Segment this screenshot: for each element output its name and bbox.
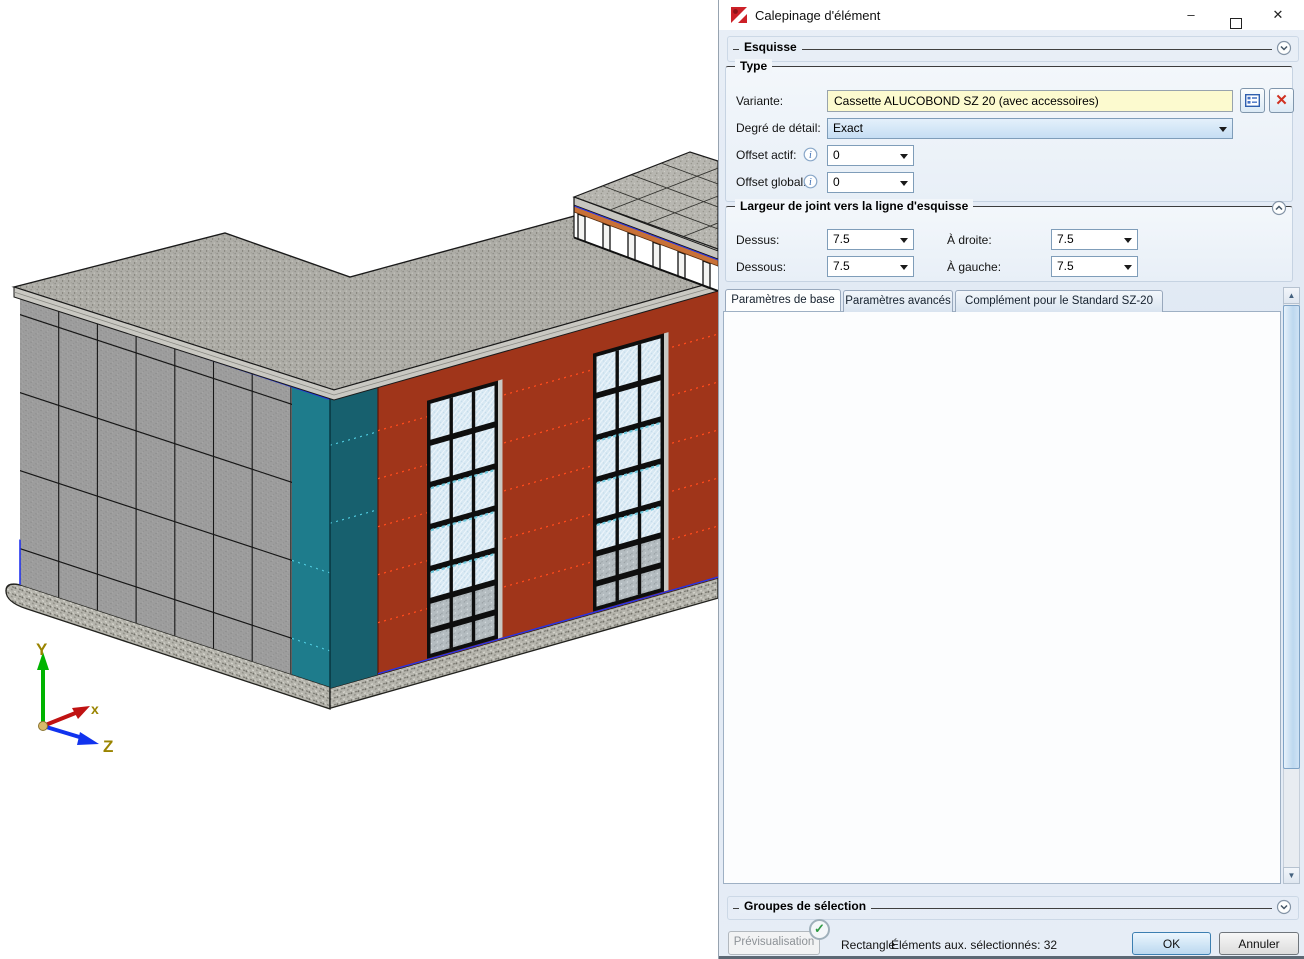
dessus-value: 7.5	[833, 232, 850, 246]
app-icon	[731, 7, 747, 23]
dropdown-arrow-icon	[900, 181, 908, 186]
up-arrow-icon: ▲	[1288, 291, 1296, 300]
window-strip-1	[427, 379, 503, 658]
dropdown-arrow-icon	[900, 154, 908, 159]
variante-field[interactable]: Cassette ALUCOBOND SZ 20 (avec accessoir…	[827, 90, 1233, 112]
previsualisation-button[interactable]: Prévisualisation	[728, 931, 820, 955]
ok-label: OK	[1163, 933, 1180, 951]
info-icon: i	[803, 147, 818, 162]
chevron-down-icon[interactable]	[1276, 899, 1292, 915]
chevron-up-icon[interactable]	[1271, 200, 1287, 216]
cancel-button[interactable]: Annuler	[1219, 932, 1299, 955]
z-axis-label: Z	[103, 737, 113, 756]
largeur-label: Largeur de joint vers la ligne d'esquiss…	[735, 199, 973, 213]
degre-label: Degré de détail:	[736, 121, 821, 135]
model-viewport: Y x Z	[0, 0, 718, 959]
offset-global-label: Offset global:	[736, 175, 807, 189]
y-axis-label: Y	[36, 640, 48, 659]
droite-value: 7.5	[1057, 232, 1074, 246]
dropdown-arrow-icon	[900, 238, 908, 243]
dropdown-arrow-icon	[1124, 265, 1132, 270]
scroll-down-button[interactable]: ▼	[1283, 867, 1300, 884]
section-esquisse: Esquisse	[727, 36, 1299, 62]
gauche-label: À gauche:	[947, 260, 1001, 274]
selection-count-label: Éléments aux. sélectionnés: 32	[891, 938, 1057, 952]
tab-label: Complément pour le Standard SZ-20	[965, 295, 1153, 307]
offset-actif-value: 0	[833, 148, 840, 162]
check-icon: ✓	[814, 921, 825, 936]
screenshot-root: Y x Z Calepinage d'élément – ✕ Esquisse	[0, 0, 1304, 959]
close-button[interactable]: ✕	[1263, 7, 1293, 25]
gauche-select[interactable]: 7.5	[1051, 256, 1138, 277]
cancel-label: Annuler	[1238, 933, 1279, 951]
minimize-button[interactable]: –	[1176, 7, 1206, 25]
scroll-up-button[interactable]: ▲	[1283, 287, 1300, 304]
esquisse-label: Esquisse	[739, 40, 802, 54]
degre-value: Exact	[833, 121, 863, 135]
gauche-value: 7.5	[1057, 259, 1074, 273]
info-icon: i	[803, 174, 818, 189]
droite-select[interactable]: 7.5	[1051, 229, 1138, 250]
type-label: Type	[735, 59, 772, 73]
variante-label: Variante:	[736, 94, 783, 108]
dessus-label: Dessus:	[736, 233, 779, 247]
teal-corner-right-face	[330, 386, 378, 689]
dropdown-arrow-icon	[1219, 127, 1227, 132]
dialog-calepinage: Calepinage d'élément – ✕ Esquisse Type V…	[718, 0, 1304, 959]
group-largeur	[725, 206, 1293, 282]
x-axis-label: x	[91, 701, 99, 717]
dropdown-arrow-icon	[900, 265, 908, 270]
tab-content-panel	[723, 311, 1281, 884]
tab-parametres-avances[interactable]: Paramètres avancés	[843, 290, 953, 312]
window-strip-2	[593, 332, 669, 611]
tool-mode-label: Rectangle	[841, 938, 895, 952]
dessous-select[interactable]: 7.5	[827, 256, 914, 277]
offset-actif-label: Offset actif:	[736, 148, 796, 162]
variante-delete-button[interactable]: ✕	[1269, 88, 1294, 113]
section-groupes: Groupes de sélection	[727, 896, 1299, 920]
list-icon	[1245, 94, 1260, 107]
offset-global-select[interactable]: 0	[827, 172, 914, 193]
variante-list-button[interactable]	[1240, 88, 1265, 113]
offset-global-value: 0	[833, 175, 840, 189]
axis-origin	[39, 722, 48, 731]
svg-text:i: i	[809, 150, 812, 161]
svg-text:i: i	[809, 177, 812, 188]
title-bar[interactable]: Calepinage d'élément – ✕	[719, 0, 1304, 30]
dessus-select[interactable]: 7.5	[827, 229, 914, 250]
tab-label: Paramètres de base	[731, 294, 835, 306]
preview-check-badge: ✓	[809, 919, 830, 940]
tab-parametres-de-base[interactable]: Paramètres de base	[725, 289, 841, 311]
red-x-icon: ✕	[1275, 92, 1288, 109]
dropdown-arrow-icon	[1124, 238, 1132, 243]
previsualisation-label: Prévisualisation	[734, 932, 815, 948]
tab-label: Paramètres avancés	[845, 295, 950, 307]
groupes-label: Groupes de sélection	[739, 899, 871, 913]
dessous-value: 7.5	[833, 259, 850, 273]
down-arrow-icon: ▼	[1288, 871, 1296, 880]
maximize-button[interactable]	[1220, 7, 1250, 25]
offset-actif-select[interactable]: 0	[827, 145, 914, 166]
degre-select[interactable]: Exact	[827, 118, 1233, 139]
maximize-icon	[1230, 18, 1242, 29]
esquisse-rule	[733, 49, 1272, 50]
scrollbar-thumb[interactable]	[1283, 305, 1300, 769]
window-title: Calepinage d'élément	[755, 8, 880, 23]
chevron-down-icon[interactable]	[1276, 40, 1292, 56]
ok-button[interactable]: OK	[1132, 932, 1211, 955]
dessous-label: Dessous:	[736, 260, 786, 274]
teal-corner-left-face	[292, 385, 330, 687]
tab-complement-sz20[interactable]: Complément pour le Standard SZ-20	[955, 290, 1163, 312]
droite-label: À droite:	[947, 233, 992, 247]
